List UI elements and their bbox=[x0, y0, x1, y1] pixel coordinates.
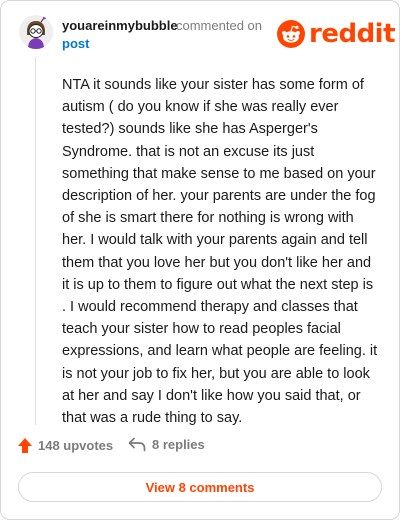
reddit-logo-icon bbox=[277, 20, 305, 48]
replies-count: 8 replies bbox=[152, 437, 205, 452]
upvote-button[interactable]: 148 upvotes bbox=[17, 437, 113, 454]
comment-action-text: commented on bbox=[176, 18, 262, 33]
user-avatar-icon[interactable] bbox=[19, 15, 53, 49]
replies-button[interactable]: 8 replies bbox=[128, 437, 205, 452]
view-comments-button[interactable]: View 8 comments bbox=[18, 472, 382, 502]
reply-arrow-icon bbox=[128, 437, 146, 452]
view-comments-label: View 8 comments bbox=[145, 479, 255, 495]
reddit-wordmark: reddit bbox=[309, 19, 396, 49]
comment-card: youareinmybubble commented on post reddi… bbox=[0, 0, 400, 520]
upvote-arrow-icon bbox=[18, 438, 32, 453]
comment-body: NTA it sounds like your sister has some … bbox=[62, 74, 380, 429]
comment-username[interactable]: youareinmybubble bbox=[62, 18, 178, 33]
upvote-count: 148 upvotes bbox=[38, 438, 114, 453]
comment-body-text: NTA it sounds like your sister has some … bbox=[62, 77, 378, 427]
post-link[interactable]: post bbox=[62, 36, 89, 51]
reddit-logo[interactable]: reddit bbox=[277, 19, 396, 49]
thread-line bbox=[35, 57, 36, 425]
